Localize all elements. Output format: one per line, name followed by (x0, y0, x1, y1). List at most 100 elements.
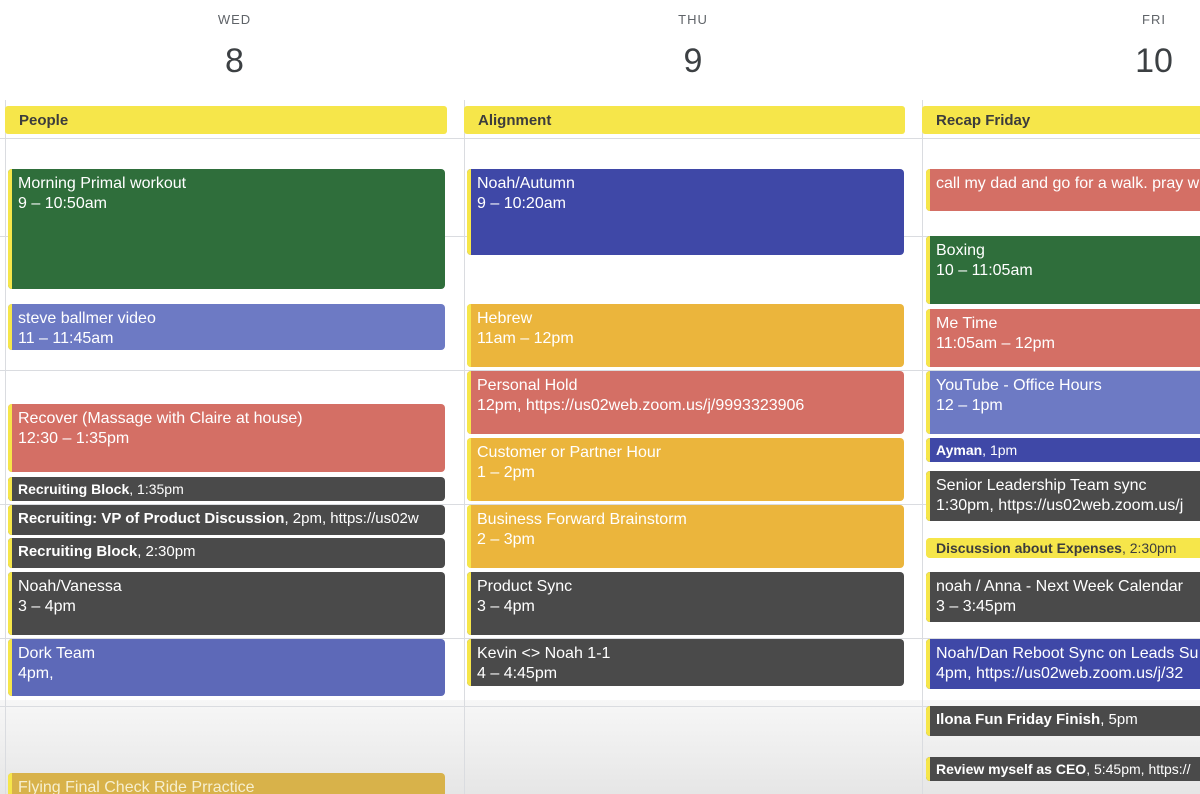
event-time: 9 – 10:20am (477, 195, 566, 212)
event-edge (8, 169, 12, 289)
column-divider (922, 100, 923, 794)
event-edge (467, 371, 471, 434)
calendar-event[interactable]: Business Forward Brainstorm 2 – 3pm (467, 505, 904, 568)
event-title: Recruiting Block (18, 481, 130, 497)
event-edge (467, 304, 471, 367)
day-number[interactable]: 10 (922, 42, 1200, 81)
event-time: 4pm, (18, 665, 54, 682)
event-edge (8, 477, 12, 501)
event-title: Recover (Massage with Claire at house) (18, 410, 303, 427)
event-edge (926, 309, 930, 367)
calendar-event[interactable]: Noah/Vanessa 3 – 4pm (8, 572, 445, 635)
calendar-event[interactable]: YouTube - Office Hours 12 – 1pm (926, 371, 1200, 434)
event-time: 1 – 2pm (477, 464, 535, 481)
event-time: 11:05am – 12pm (936, 335, 1055, 352)
calendar-event[interactable]: noah / Anna - Next Week Calendar 3 – 3:4… (926, 572, 1200, 622)
allday-event[interactable]: Recap Friday (922, 106, 1200, 134)
calendar-event[interactable]: Recruiting Block, 2:30pm (8, 538, 445, 568)
event-edge (926, 371, 930, 434)
event-edge (8, 538, 12, 568)
calendar-event[interactable]: Hebrew 11am – 12pm (467, 304, 904, 367)
day-header-thu[interactable]: THU 9 (464, 0, 922, 100)
calendar-event[interactable]: Boxing 10 – 11:05am (926, 236, 1200, 304)
calendar-event[interactable]: Ayman, 1pm (926, 438, 1200, 462)
event-time: 10 – 11:05am (936, 262, 1033, 279)
calendar-event[interactable]: call my dad and go for a walk. pray w (926, 169, 1200, 211)
calendar-event[interactable]: Noah/Autumn 9 – 10:20am (467, 169, 904, 255)
event-title: Personal Hold (477, 377, 578, 394)
column-divider (464, 100, 465, 794)
calendar-event[interactable]: Senior Leadership Team sync 1:30pm, http… (926, 471, 1200, 521)
event-time: 9 – 10:50am (18, 195, 107, 212)
day-number[interactable]: 9 (464, 42, 922, 81)
calendar-event[interactable]: Recruiting Block, 1:35pm (8, 477, 445, 501)
event-time: 12pm, https://us02web.zoom.us/j/99933239… (477, 397, 805, 414)
event-edge (467, 438, 471, 501)
calendar-event[interactable]: Discussion about Expenses, 2:30pm (926, 538, 1200, 558)
event-time: 3 – 4pm (18, 598, 76, 615)
event-time: 4 – 4:45pm (477, 665, 558, 682)
event-title: Hebrew (477, 310, 533, 327)
day-number[interactable]: 8 (5, 42, 464, 81)
calendar-event[interactable]: Flying Final Check Ride Prractice (8, 773, 445, 794)
event-title: steve ballmer video (18, 310, 156, 327)
event-edge (926, 236, 930, 304)
event-title: Flying Final Check Ride Prractice (18, 779, 255, 794)
calendar-event[interactable]: steve ballmer video 11 – 11:45am (8, 304, 445, 350)
event-title: call my dad and go for a walk. pray w (936, 175, 1200, 192)
calendar-event[interactable]: Review myself as CEO, 5:45pm, https:// (926, 757, 1200, 781)
event-title: Boxing (936, 242, 985, 259)
event-title: Noah/Dan Reboot Sync on Leads Su (936, 645, 1199, 662)
calendar-event[interactable]: Kevin <> Noah 1-1 4 – 4:45pm (467, 639, 904, 686)
event-edge (8, 505, 12, 535)
calendar-event[interactable]: Product Sync 3 – 4pm (467, 572, 904, 635)
calendar-event[interactable]: Me Time 11:05am – 12pm (926, 309, 1200, 367)
event-edge (8, 639, 12, 696)
event-edge (467, 572, 471, 635)
event-edge (926, 572, 930, 622)
allday-event[interactable]: Alignment (464, 106, 905, 134)
calendar-event[interactable]: Ilona Fun Friday Finish, 5pm (926, 706, 1200, 736)
event-time: , 5pm (1100, 711, 1138, 728)
event-time: , 2:30pm (137, 543, 196, 560)
calendar-event[interactable]: Customer or Partner Hour 1 – 2pm (467, 438, 904, 501)
event-time: , 2pm, https://us02w (284, 510, 419, 527)
event-edge (467, 639, 471, 686)
event-edge (926, 706, 930, 736)
event-title: Dork Team (18, 645, 96, 662)
event-edge (8, 773, 12, 794)
event-edge (467, 505, 471, 568)
calendar-event[interactable]: Recruiting: VP of Product Discussion, 2p… (8, 505, 445, 535)
event-time: 12:30 – 1:35pm (18, 430, 130, 447)
event-edge (8, 304, 12, 350)
event-title: Senior Leadership Team sync (936, 477, 1147, 494)
event-time: , 5:45pm, https:// (1086, 761, 1191, 777)
calendar-event[interactable]: Recover (Massage with Claire at house) 1… (8, 404, 445, 472)
event-time: 3 – 4pm (477, 598, 535, 615)
event-edge (926, 169, 930, 211)
day-of-week: WED (217, 12, 252, 27)
day-header-wed[interactable]: WED 8 (5, 0, 464, 100)
calendar-event[interactable]: Noah/Dan Reboot Sync on Leads Su 4pm, ht… (926, 639, 1200, 689)
calendar-week-view: WED 8 THU 9 FRI 10 People Alignment Reca… (0, 0, 1200, 794)
event-time: 2 – 3pm (477, 531, 535, 548)
day-header-fri[interactable]: FRI 10 (922, 0, 1200, 100)
event-time: 12 – 1pm (936, 397, 1003, 414)
event-title: Review myself as CEO (936, 761, 1087, 777)
grid-line (0, 138, 1200, 139)
calendar-event[interactable]: Morning Primal workout 9 – 10:50am (8, 169, 445, 289)
event-edge (926, 757, 930, 781)
event-edge (926, 471, 930, 521)
event-time: , 1:35pm (129, 481, 184, 497)
event-time: 3 – 3:45pm (936, 598, 1017, 615)
event-edge (467, 169, 471, 255)
day-of-week: FRI (1142, 12, 1166, 27)
event-edge (8, 404, 12, 472)
column-divider (5, 100, 6, 794)
event-title: Me Time (936, 315, 998, 332)
calendar-event[interactable]: Dork Team 4pm, (8, 639, 445, 696)
day-of-week: THU (678, 12, 708, 27)
allday-event[interactable]: People (5, 106, 447, 134)
calendar-event[interactable]: Personal Hold 12pm, https://us02web.zoom… (467, 371, 904, 434)
event-title: Customer or Partner Hour (477, 444, 662, 461)
